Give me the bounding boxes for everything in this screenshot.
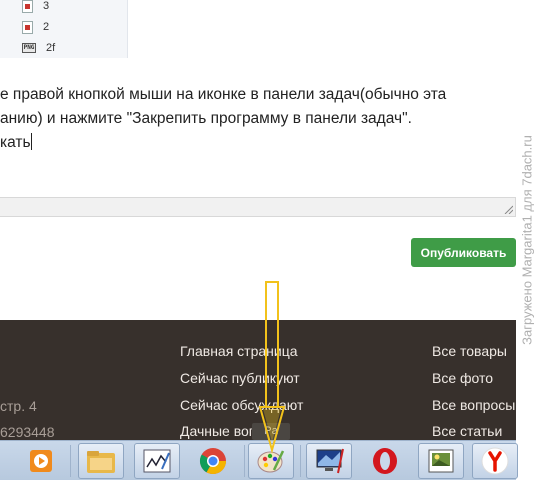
editor-bottom-bar bbox=[0, 197, 516, 217]
file-name: 2 bbox=[43, 21, 50, 33]
post-editor[interactable]: е правой кнопкой мыши на иконке в панели… bbox=[0, 83, 520, 155]
footer-link-all-articles[interactable]: Все статьи bbox=[432, 423, 502, 439]
pdf-file-icon bbox=[22, 20, 33, 34]
file-name: 3 bbox=[43, 0, 50, 12]
pdf-file-icon bbox=[22, 0, 33, 13]
footer-info-text: 6293448 bbox=[0, 424, 55, 440]
media-player-icon[interactable] bbox=[18, 443, 64, 479]
footer-link-all-photos[interactable]: Все фото bbox=[432, 370, 493, 386]
footer-link-all-questions[interactable]: Все вопросы bbox=[432, 397, 515, 413]
attached-files-list: 3 2 PNG 2f bbox=[0, 0, 128, 58]
file-item[interactable]: PNG 2f bbox=[22, 39, 55, 57]
yandex-browser-icon[interactable] bbox=[472, 443, 518, 479]
footer-info-text: стр. 4 bbox=[0, 398, 37, 414]
signature-app-icon[interactable] bbox=[134, 443, 180, 479]
chrome-icon[interactable] bbox=[190, 443, 236, 479]
image-viewer-icon[interactable] bbox=[418, 443, 464, 479]
annotation-arrow-icon bbox=[258, 281, 286, 454]
editor-line: анию) и нажмите "Закрепить программу в п… bbox=[0, 110, 412, 127]
opera-icon[interactable] bbox=[362, 443, 408, 479]
watermark: Загружено Margarita1 для 7dach.ru bbox=[518, 0, 536, 480]
file-explorer-icon[interactable] bbox=[78, 443, 124, 479]
editor-line: е правой кнопкой мыши на иконке в панели… bbox=[0, 86, 447, 103]
text-cursor bbox=[30, 133, 32, 150]
footer-link-all-products[interactable]: Все товары bbox=[432, 343, 507, 359]
display-settings-icon[interactable] bbox=[306, 443, 352, 479]
file-item[interactable]: 2 bbox=[22, 18, 49, 36]
png-file-icon: PNG bbox=[22, 43, 36, 53]
file-item[interactable]: 3 bbox=[22, 0, 49, 15]
file-name: 2f bbox=[46, 42, 56, 54]
publish-button[interactable]: Опубликовать bbox=[411, 238, 516, 267]
watermark-text: Загружено Margarita1 для 7dach.ru bbox=[519, 135, 535, 345]
editor-line: кать bbox=[0, 133, 32, 151]
resize-grip-icon[interactable] bbox=[503, 204, 513, 214]
